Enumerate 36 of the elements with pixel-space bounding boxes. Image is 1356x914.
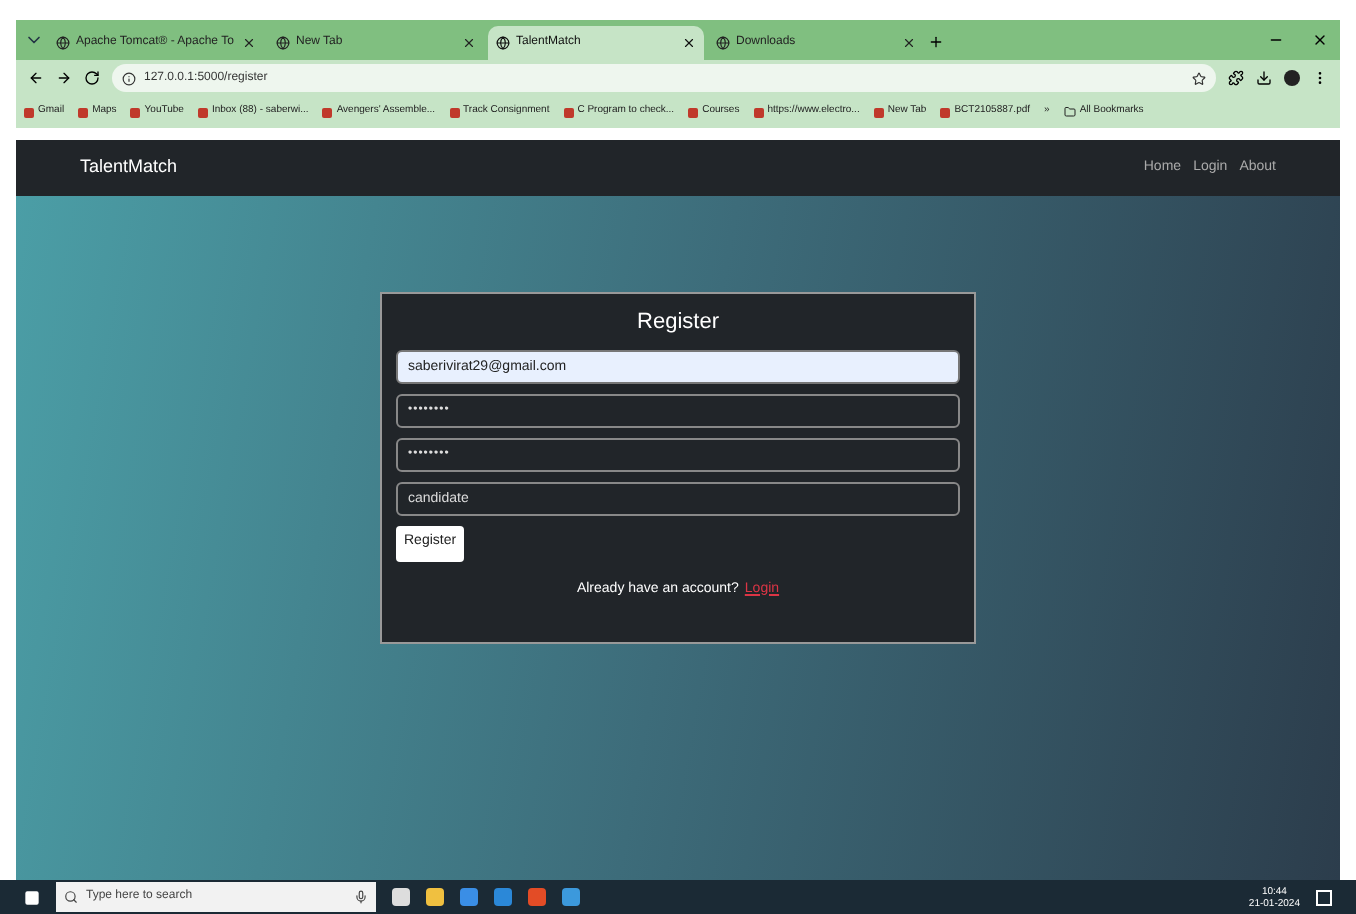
globe-icon <box>496 36 510 50</box>
close-icon[interactable] <box>902 36 916 50</box>
globe-icon <box>56 36 70 50</box>
brand-link[interactable]: TalentMatch <box>80 154 1132 182</box>
mic-icon[interactable] <box>354 890 368 904</box>
close-icon[interactable] <box>242 36 256 50</box>
bookmark-icon <box>197 107 208 117</box>
globe-icon <box>716 36 730 50</box>
site-info-icon <box>122 71 136 85</box>
puzzle-icon[interactable] <box>1228 70 1244 86</box>
bookmark-icon <box>873 107 884 117</box>
reload-icon[interactable] <box>84 70 100 86</box>
notification-icon[interactable] <box>1316 889 1332 905</box>
folder-icon <box>1063 106 1076 118</box>
bookmark-icon <box>563 107 574 117</box>
bookmark-icon <box>688 107 699 117</box>
bookmark-icon <box>940 107 951 117</box>
close-icon[interactable] <box>462 36 476 50</box>
bookmark-icon <box>78 107 89 117</box>
profile-icon[interactable] <box>1284 70 1300 86</box>
bookmark-icon <box>322 107 333 117</box>
search-icon <box>64 890 78 904</box>
form-title: Register <box>635 308 721 338</box>
bookmark-icon <box>130 107 141 117</box>
start-icon[interactable] <box>24 889 40 905</box>
bookmark-icon <box>449 107 460 117</box>
bookmark-icon <box>753 107 764 117</box>
bookmark-icon <box>24 107 34 117</box>
download-icon[interactable] <box>1256 70 1272 86</box>
close-icon[interactable] <box>682 36 696 50</box>
new-tab-icon[interactable] <box>928 34 944 50</box>
close-icon[interactable] <box>1312 32 1328 48</box>
back-icon[interactable] <box>28 70 44 86</box>
forward-icon[interactable] <box>56 70 72 86</box>
globe-icon <box>276 36 290 50</box>
star-icon[interactable] <box>1192 71 1206 85</box>
